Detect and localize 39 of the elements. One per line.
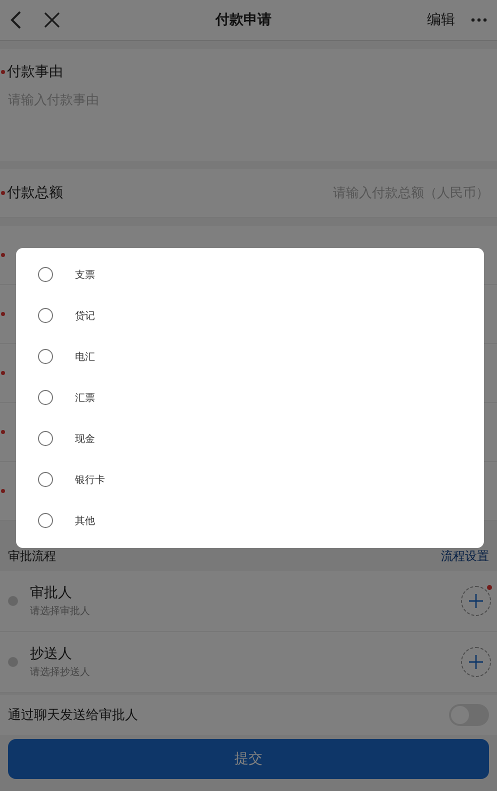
radio-button[interactable]	[38, 472, 53, 487]
option-label: 支票	[75, 268, 95, 282]
option-label: 其他	[75, 514, 95, 528]
person-title: 抄送人	[30, 645, 73, 663]
edit-link[interactable]: 编辑	[427, 11, 455, 29]
back-icon[interactable]	[10, 11, 22, 29]
more-icon[interactable]	[471, 18, 487, 22]
field-label: 付款总额	[7, 184, 63, 202]
option-label: 汇票	[75, 392, 95, 404]
radio-button[interactable]	[38, 349, 53, 364]
option-label: 现金	[75, 432, 95, 446]
field-label: 付款事由	[7, 64, 63, 80]
radio-button[interactable]	[38, 308, 53, 323]
option-item[interactable]: 电汇	[16, 336, 484, 377]
radio-button[interactable]	[38, 267, 53, 282]
option-label: 电汇	[75, 350, 95, 364]
page-title: 付款申请	[214, 11, 272, 29]
radio-button[interactable]	[38, 513, 53, 528]
close-icon[interactable]	[44, 12, 60, 28]
option-label: 贷记	[75, 310, 95, 322]
option-item[interactable]: 汇票	[16, 377, 484, 418]
hint-text: 请选择审批人	[30, 604, 91, 618]
hint-text: 请选择抄送人	[30, 666, 91, 679]
timeline-dot	[8, 657, 18, 667]
radio-button[interactable]	[38, 390, 53, 405]
person-title: 审批人	[30, 584, 73, 602]
notify-label: 通过聊天发送给审批人	[8, 707, 138, 724]
timeline-dot	[8, 596, 18, 606]
settings-link[interactable]: 流程设置	[441, 548, 489, 564]
section-title: 审批流程	[8, 548, 56, 564]
option-label: 银行卡	[75, 474, 105, 486]
option-item[interactable]: 贷记	[16, 295, 484, 336]
option-item[interactable]: 银行卡	[16, 459, 484, 500]
plus-icon	[469, 655, 483, 669]
plus-icon	[469, 594, 483, 608]
radio-button[interactable]	[38, 431, 53, 446]
option-item[interactable]: 其他	[16, 500, 484, 541]
option-item[interactable]: 支票	[16, 254, 484, 295]
option-item[interactable]: 现金	[16, 418, 484, 459]
